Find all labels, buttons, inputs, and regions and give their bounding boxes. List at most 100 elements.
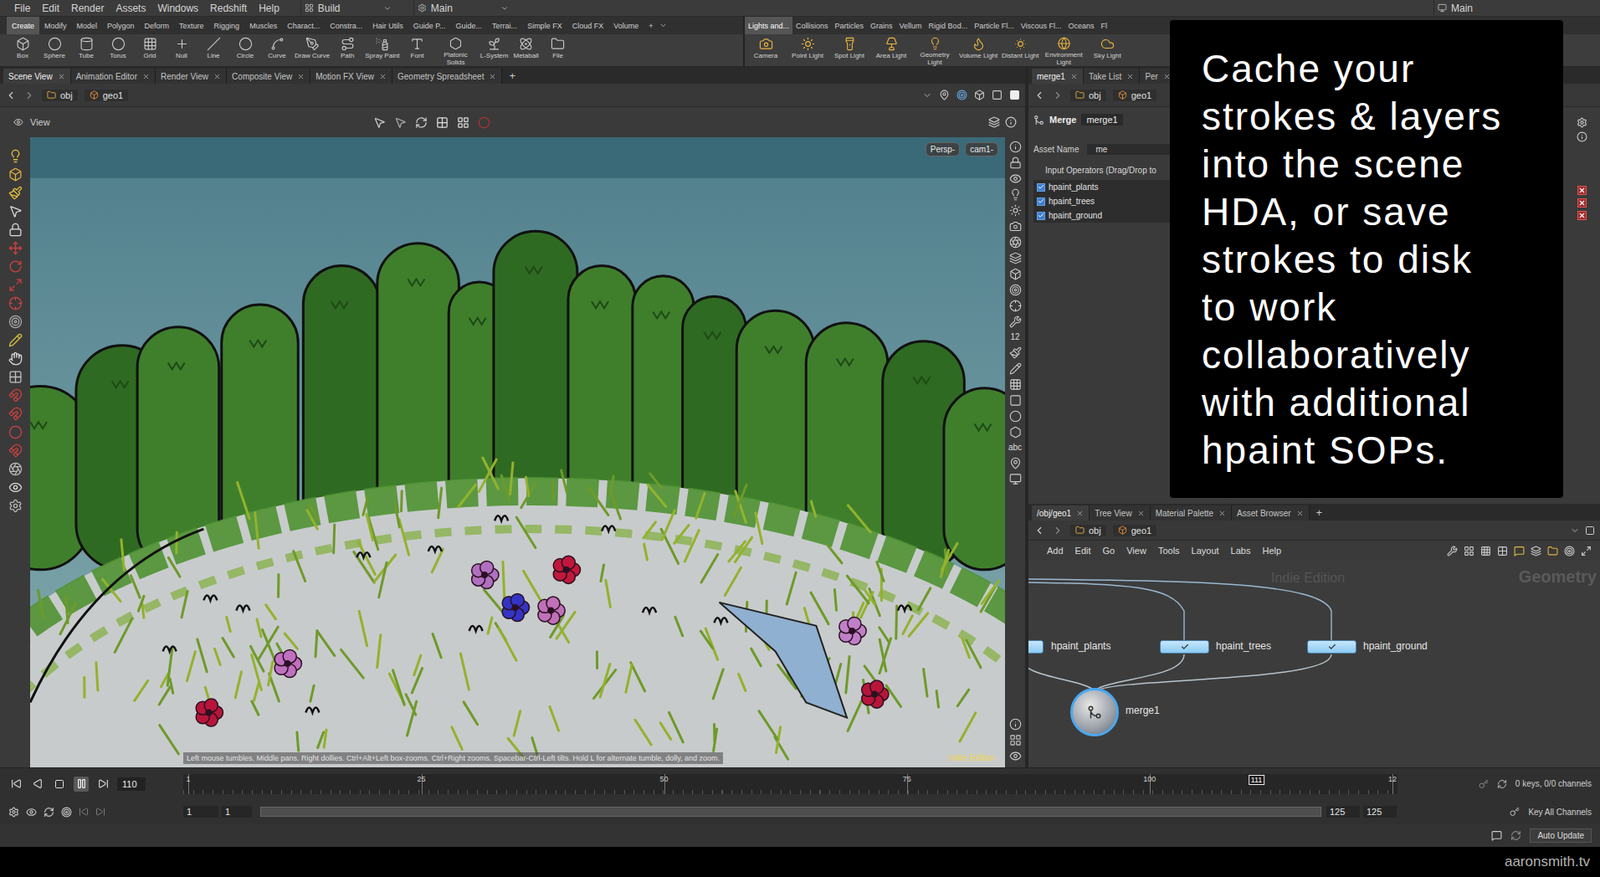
key-all-channels-button[interactable]: Key All Channels — [1400, 806, 1600, 817]
viewport-scene[interactable] — [30, 137, 1006, 768]
close-icon[interactable] — [57, 72, 66, 81]
scale-handle-icon[interactable] — [8, 277, 23, 293]
wrench-icon[interactable] — [1446, 545, 1458, 557]
network-canvas[interactable]: Indie EditionGeometryhpaint_plantshpaint… — [1028, 560, 1600, 768]
shelf-tool[interactable]: Spot Light — [828, 34, 871, 67]
shelf-tab[interactable]: Hair Utils — [367, 16, 409, 35]
path-crumb[interactable]: geo1 — [84, 89, 129, 102]
refresh-icon[interactable] — [415, 116, 428, 129]
network-menu-item[interactable]: Layout — [1191, 545, 1220, 556]
fit-view-icon[interactable] — [1580, 545, 1592, 557]
camera-button[interactable]: Persp- — [925, 142, 960, 157]
merge-node[interactable] — [1070, 687, 1119, 737]
lock-icon[interactable] — [8, 222, 23, 237]
pane-tab[interactable]: Geometry Spreadsheet — [392, 68, 503, 84]
add-tab-button[interactable]: + — [1309, 506, 1330, 519]
node-label[interactable]: merge1 — [1125, 704, 1160, 717]
shelf-tab[interactable]: Fl — [1097, 16, 1112, 35]
close-icon[interactable] — [1218, 509, 1226, 518]
shelf-tool[interactable]: Geometry Light — [912, 34, 958, 67]
shelf-tab[interactable]: Terrai... — [487, 16, 523, 35]
forward-arrow-icon[interactable] — [1051, 524, 1064, 537]
remove-input-button[interactable] — [1577, 210, 1587, 221]
pause-button[interactable] — [73, 776, 89, 792]
shelf-tab[interactable]: Modify — [39, 16, 72, 35]
options-icon[interactable] — [8, 498, 23, 513]
bulb-icon[interactable] — [8, 148, 23, 164]
shelf-tab[interactable]: Polygon — [102, 16, 140, 35]
dropdown-arrow-icon[interactable] — [1569, 525, 1580, 536]
next-key-icon[interactable] — [95, 806, 106, 817]
display-option-icon[interactable] — [1009, 156, 1022, 170]
add-tab-button[interactable]: + — [502, 69, 523, 83]
range-slider-fill[interactable] — [260, 806, 1322, 817]
network-menu-item[interactable]: Add — [1046, 545, 1064, 556]
node-label[interactable]: hpaint_trees — [1215, 640, 1272, 652]
stop-button[interactable] — [51, 776, 67, 792]
help-icon[interactable] — [1005, 116, 1017, 129]
network-menu-item[interactable]: Tools — [1158, 545, 1180, 556]
display-option-icon[interactable] — [1009, 204, 1022, 217]
dropdown-arrow-icon[interactable] — [922, 90, 933, 101]
display-toggle[interactable]: 12 — [1010, 331, 1020, 344]
shelf-tab[interactable]: Cloud FX — [567, 16, 610, 35]
path-crumb[interactable]: obj — [41, 89, 78, 102]
network-menu-item[interactable]: View — [1126, 545, 1147, 556]
shelf-tab[interactable]: Texture — [174, 16, 210, 35]
info-icon[interactable] — [1576, 131, 1588, 143]
sop-node[interactable] — [1159, 640, 1210, 654]
brush-icon[interactable] — [8, 185, 23, 200]
shelf-tab[interactable]: Particle Fl... — [970, 16, 1018, 35]
move-handle-icon[interactable] — [8, 241, 23, 256]
add-shelf-button[interactable]: + — [643, 16, 658, 35]
channel-icon[interactable] — [1497, 779, 1508, 790]
playback-start-field[interactable]: 1 — [221, 805, 252, 818]
network-box-icon[interactable] — [1530, 545, 1542, 557]
forward-arrow-icon[interactable] — [23, 89, 36, 102]
pane-tab[interactable]: Motion FX View — [310, 68, 393, 84]
shelf-tab[interactable]: Volume — [608, 16, 644, 35]
pane-tab[interactable]: Render View — [155, 68, 227, 84]
display-option-icon[interactable] — [1009, 346, 1022, 359]
update-icon[interactable] — [1510, 830, 1522, 842]
shelf-tool[interactable]: Camera — [744, 34, 787, 67]
tree-layout-icon[interactable] — [1463, 545, 1475, 557]
shelf-tool[interactable]: Volume Light — [957, 34, 1000, 67]
layout-icon[interactable] — [974, 89, 985, 101]
shelf-tab[interactable]: Model — [71, 16, 103, 35]
shelf-tool[interactable]: Environment Light — [1041, 34, 1087, 67]
network-menu-item[interactable]: Labs — [1230, 545, 1252, 556]
secure-select-icon[interactable] — [394, 116, 407, 129]
close-icon[interactable] — [1076, 509, 1084, 518]
close-icon[interactable] — [1126, 72, 1134, 81]
display-option-icon[interactable] — [1009, 410, 1022, 423]
audio-icon[interactable] — [25, 806, 37, 818]
menu-item[interactable]: Edit — [35, 2, 66, 15]
menu-item[interactable]: Windows — [151, 2, 205, 15]
message-icon[interactable] — [1491, 830, 1503, 842]
shelf-tab[interactable]: Particles — [831, 16, 868, 35]
shelf-tab[interactable]: Constra... — [324, 16, 368, 35]
shelf-tool[interactable]: Spray Paint — [363, 34, 401, 67]
settings-icon[interactable] — [8, 806, 20, 818]
shelf-tool[interactable]: Null — [165, 34, 198, 67]
node-label[interactable]: hpaint_ground — [1363, 640, 1428, 652]
shelf-tool[interactable]: Distant Light — [999, 34, 1042, 67]
current-frame-marker[interactable]: 111 — [1248, 774, 1266, 785]
pane-tab[interactable]: Tree View — [1089, 505, 1150, 521]
display-option-icon[interactable] — [1009, 472, 1022, 486]
pane-tab[interactable]: Composite View — [226, 68, 311, 84]
sop-node[interactable] — [1028, 640, 1044, 654]
update-mode-button[interactable]: Auto Update — [1529, 828, 1592, 843]
select-arrow-icon[interactable] — [8, 204, 23, 219]
magnet-icon[interactable] — [8, 388, 23, 403]
close-icon[interactable] — [488, 72, 497, 81]
hand-icon[interactable] — [8, 351, 23, 366]
menu-item[interactable]: Help — [252, 2, 286, 15]
input-checkbox[interactable] — [1036, 183, 1046, 192]
grid-icon[interactable] — [8, 369, 23, 385]
display-option-icon[interactable] — [1009, 456, 1022, 470]
back-arrow-icon[interactable] — [1033, 89, 1046, 102]
display-option-icon[interactable] — [1009, 362, 1022, 375]
layout-options-icon[interactable] — [456, 116, 470, 129]
